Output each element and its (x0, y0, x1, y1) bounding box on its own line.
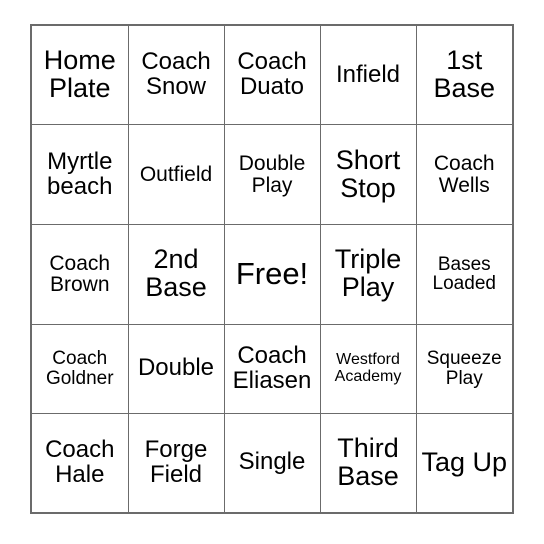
bingo-cell-label: Double Play (238, 151, 306, 197)
bingo-cell-label: Coach Eliasen (232, 341, 312, 394)
bingo-cell-label: Squeeze Play (426, 348, 502, 389)
bingo-cell-label: Coach Wells (433, 151, 495, 197)
bingo-cell-label: Double (137, 354, 215, 382)
bingo-cell-label: Third Base (337, 433, 399, 491)
bingo-cell[interactable]: Coach Hale (32, 412, 129, 512)
bingo-cell[interactable]: Outfield (127, 124, 225, 225)
bingo-cell-label: Triple Play (334, 244, 402, 303)
bingo-cell[interactable]: Squeeze Play (415, 323, 512, 414)
bingo-row: Coach Brown 2nd Base Free! Triple Play B… (32, 223, 512, 325)
bingo-cell-label: Coach Goldner (45, 348, 114, 389)
bingo-cell-label: Forge Field (144, 436, 208, 488)
bingo-cell[interactable]: 2nd Base (127, 223, 225, 325)
bingo-row: Coach Goldner Double Coach Eliasen Westf… (32, 323, 512, 414)
bingo-free-space-label: Free! (235, 256, 309, 292)
bingo-cell[interactable]: Double (127, 323, 225, 414)
bingo-cell-label: Bases Loaded (432, 253, 496, 295)
bingo-cell[interactable]: Infield (319, 26, 417, 126)
bingo-grid-body: Home Plate Coach Snow Coach Duato Infiel… (32, 26, 512, 512)
bingo-cell[interactable]: Coach Goldner (32, 323, 129, 414)
bingo-cell-label: Short Stop (335, 144, 401, 203)
bingo-cell[interactable]: Short Stop (319, 124, 417, 225)
bingo-cell-label: Coach Hale (45, 436, 115, 488)
bingo-row: Home Plate Coach Snow Coach Duato Infiel… (32, 26, 512, 126)
bingo-cell[interactable]: Bases Loaded (415, 223, 512, 325)
bingo-cell-label: 2nd Base (145, 244, 207, 303)
bingo-cell-label: 1st Base (433, 45, 496, 104)
bingo-cell[interactable]: Westford Academy (319, 323, 417, 414)
bingo-cell[interactable]: Forge Field (127, 412, 225, 512)
bingo-cell[interactable]: Third Base (319, 412, 417, 512)
bingo-cell-label: Tag Up (421, 446, 508, 477)
bingo-cell[interactable]: Home Plate (32, 26, 129, 126)
bingo-cell-label: Home Plate (43, 45, 116, 104)
bingo-cell[interactable]: Coach Eliasen (223, 323, 321, 414)
bingo-row: Myrtle beach Outfield Double Play Short … (32, 124, 512, 225)
bingo-cell-label: Coach Snow (141, 48, 211, 101)
bingo-cell[interactable]: Double Play (223, 124, 321, 225)
bingo-cell[interactable]: Myrtle beach (32, 124, 129, 225)
bingo-cell[interactable]: Coach Duato (223, 26, 321, 126)
bingo-cell[interactable]: Single (223, 412, 321, 512)
bingo-cell-free[interactable]: Free! (223, 223, 321, 325)
bingo-cell-label: Myrtle beach (47, 147, 113, 200)
bingo-cell[interactable]: Coach Brown (32, 223, 129, 325)
bingo-cell-label: Westford Academy (334, 351, 402, 385)
bingo-cell[interactable]: Coach Wells (415, 124, 512, 225)
bingo-cell[interactable]: Triple Play (319, 223, 417, 325)
bingo-cell-label: Coach Duato (237, 48, 307, 101)
bingo-cell-label: Single (238, 448, 306, 476)
bingo-cell[interactable]: Coach Snow (127, 26, 225, 126)
bingo-card: Home Plate Coach Snow Coach Duato Infiel… (30, 24, 514, 514)
bingo-row: Coach Hale Forge Field Single Third Base… (32, 412, 512, 512)
bingo-cell-label: Infield (335, 60, 401, 88)
bingo-cell[interactable]: 1st Base (415, 26, 512, 126)
bingo-cell-label: Coach Brown (49, 251, 111, 297)
bingo-grid: Home Plate Coach Snow Coach Duato Infiel… (32, 26, 512, 512)
bingo-cell-label: Outfield (139, 162, 213, 186)
bingo-cell[interactable]: Tag Up (415, 412, 512, 512)
